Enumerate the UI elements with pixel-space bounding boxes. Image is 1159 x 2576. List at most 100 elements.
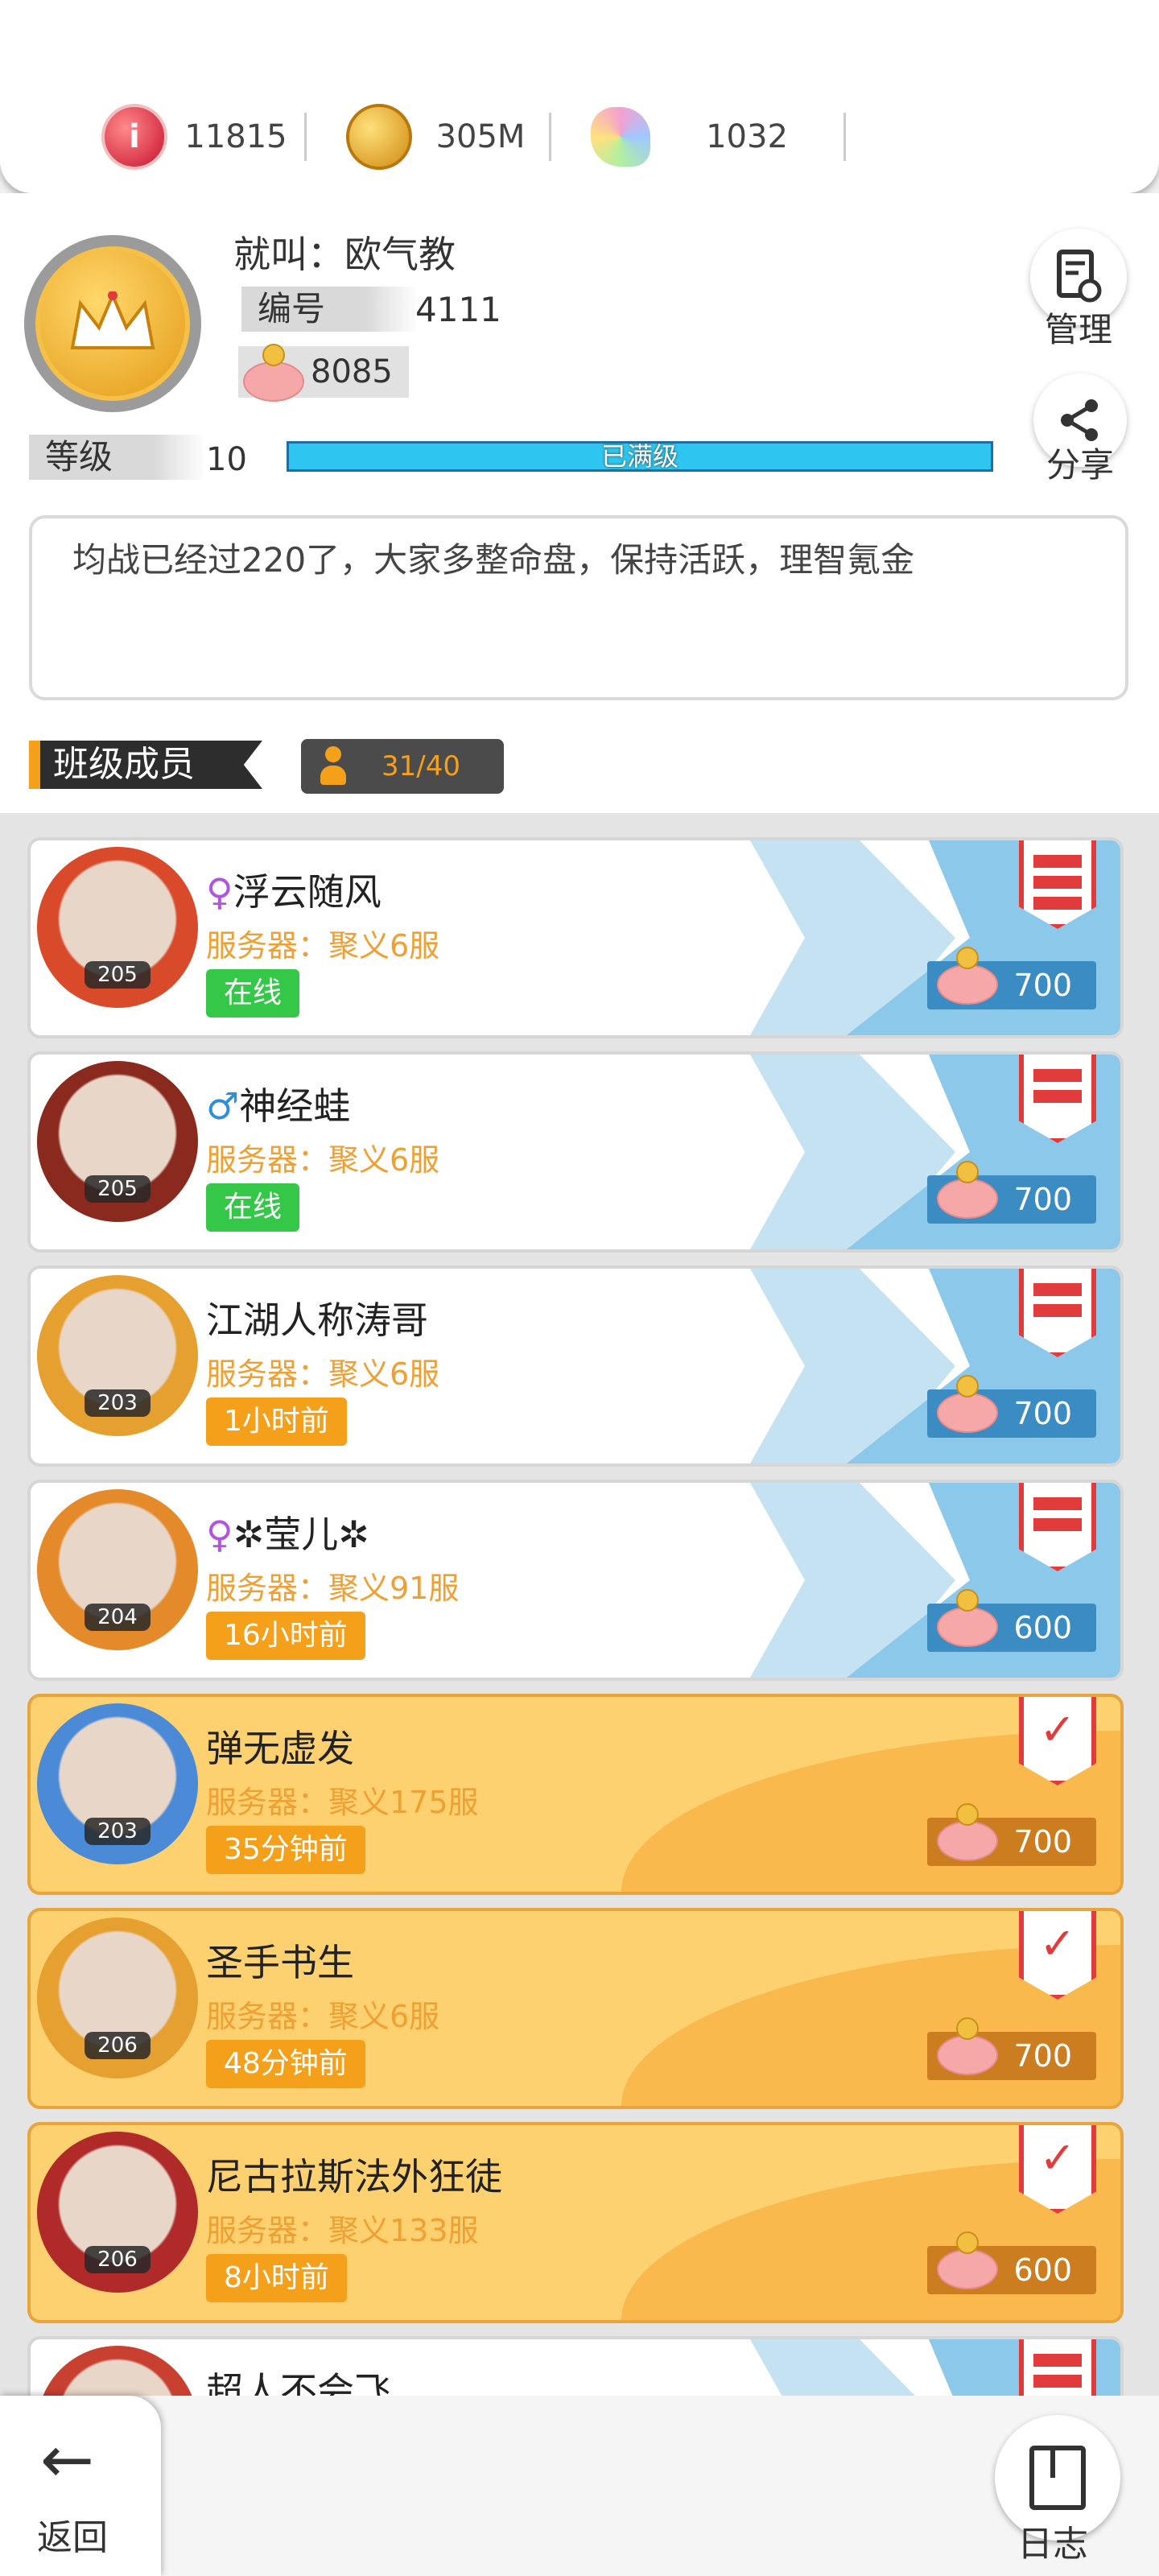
member-card[interactable]: 203 江湖人称涛哥 服务器：聚义6服 1小时前 700 [27, 1265, 1124, 1467]
member-level: 204 [85, 1604, 151, 1631]
resource-item[interactable]: i 11815 [101, 104, 307, 170]
member-avatar[interactable]: 203 [37, 1275, 198, 1436]
level-bar-text: 已满级 [600, 441, 678, 472]
member-status: 在线 [206, 1183, 300, 1232]
member-card[interactable]: 205 ♀浮云随风 服务器：聚义6服 在线 700 [27, 837, 1124, 1038]
manage-label[interactable]: 管理 [1022, 303, 1135, 352]
member-card[interactable]: 205 ♂神经蛙 服务器：聚义6服 在线 700 [27, 1051, 1124, 1253]
member-name: ♀浮云随风 [206, 863, 382, 916]
check-mark-icon: ✓ [1039, 1704, 1076, 1755]
back-arrow-icon: ← [40, 2422, 95, 2497]
back-label: 返回 [37, 2517, 108, 2558]
member-server: 服务器：聚义6服 [206, 1142, 440, 1178]
member-status: 16小时前 [206, 1612, 365, 1660]
class-emblem [24, 235, 201, 412]
member-level: 205 [85, 961, 151, 989]
id-value: 4111 [415, 290, 501, 329]
member-level: 206 [85, 2032, 151, 2059]
level-label: 等级 [29, 435, 206, 480]
member-level: 205 [85, 1175, 151, 1203]
member-card[interactable]: 206 圣手书生 服务器：聚义6服 48分钟前 ✓ 700 [27, 1908, 1124, 2109]
share-label[interactable]: 分享 [1024, 438, 1136, 487]
member-name: ♂神经蛙 [206, 1077, 350, 1130]
level-progress-bar: 已满级 [287, 441, 993, 472]
piggy-bank-icon [932, 1375, 1000, 1433]
check-mark-icon: ✓ [1039, 1918, 1076, 1969]
gold-coin-icon [346, 104, 412, 170]
member-avatar[interactable]: 205 [37, 1061, 198, 1222]
member-status: 8小时前 [206, 2254, 347, 2302]
member-server: 服务器：聚义6服 [206, 928, 440, 964]
member-avatar[interactable]: 203 [37, 1703, 198, 1864]
badge-stripe [1033, 1497, 1082, 1510]
member-avatar[interactable]: 206 [37, 2132, 198, 2293]
member-name-text: 神经蛙 [239, 1084, 351, 1128]
share-icon [1061, 399, 1098, 441]
divider [843, 113, 846, 161]
divider [549, 113, 551, 161]
member-name-text: 圣手书生 [206, 1941, 354, 1984]
resource-value: 11815 [184, 118, 287, 155]
badge-stripe [1033, 855, 1082, 868]
divider [304, 113, 307, 161]
red-gem-icon: i [101, 104, 167, 170]
male-icon: ♂ [206, 1084, 240, 1128]
badge-stripe [1033, 876, 1082, 889]
member-name-text: ✲莹儿✲ [233, 1513, 369, 1556]
badge-stripe [1033, 1283, 1082, 1296]
piggy-bank-icon [932, 1161, 1000, 1219]
funds-value: 8085 [311, 353, 393, 390]
badge-stripe [1033, 1069, 1082, 1082]
member-card[interactable]: 204 ♀✲莹儿✲ 服务器：聚义91服 16小时前 600 [27, 1480, 1124, 1681]
member-card[interactable]: 203 弹无虚发 服务器：聚义175服 35分钟前 ✓ 700 [27, 1694, 1124, 1895]
member-name: 江湖人称涛哥 [206, 1291, 428, 1344]
badge-stripe [1033, 1304, 1082, 1317]
piggy-bank-icon [238, 344, 306, 402]
crown-icon [35, 246, 190, 401]
female-icon: ♀ [206, 1513, 233, 1556]
member-avatar[interactable]: 206 [37, 1918, 198, 2079]
piggy-bank-icon [932, 947, 1000, 1005]
bottom-bar [0, 2396, 1159, 2576]
piggy-bank-icon [932, 1803, 1000, 1861]
member-name-text: 弹无虚发 [206, 1727, 354, 1770]
check-mark-icon: ✓ [1039, 2132, 1076, 2183]
member-level: 203 [85, 1818, 151, 1845]
badge-stripe [1033, 2375, 1082, 2388]
badge-stripe [1033, 2354, 1082, 2367]
resource-item[interactable]: 1032 [591, 105, 846, 169]
member-status: 在线 [206, 969, 300, 1018]
member-name: ♀✲莹儿✲ [206, 1505, 369, 1558]
badge-stripe [1033, 1518, 1082, 1531]
resource-item[interactable]: 305M [346, 104, 551, 170]
member-server: 服务器：聚义133服 [206, 2213, 479, 2248]
member-level: 206 [85, 2246, 151, 2273]
piggy-bank-icon [932, 2231, 1000, 2289]
member-count-badge: 31/40 [301, 739, 504, 794]
member-server: 服务器：聚义175服 [206, 1785, 479, 1820]
log-label[interactable]: 日志 [1017, 2515, 1088, 2566]
piggy-bank-icon [932, 2017, 1000, 2075]
member-avatar[interactable]: 204 [37, 1489, 198, 1650]
female-icon: ♀ [206, 870, 233, 914]
book-icon [1029, 2446, 1086, 2510]
resource-bar: i 11815 305M 1032 [0, 0, 1159, 193]
member-name: 圣手书生 [206, 1934, 354, 1987]
class-notice: 均战已经过220了，大家多整命盘，保持活跃，理智氪金 [29, 515, 1128, 700]
member-name-text: 尼古拉斯法外狂徒 [206, 2155, 502, 2198]
member-count: 31/40 [382, 750, 460, 782]
back-button[interactable]: ← 返回 [0, 2396, 161, 2576]
rainbow-crystal-icon [591, 107, 650, 167]
member-name-text: 江湖人称涛哥 [206, 1298, 428, 1342]
member-avatar[interactable]: 205 [37, 847, 198, 1008]
member-status: 48分钟前 [206, 2040, 365, 2088]
member-card[interactable]: 206 尼古拉斯法外狂徒 服务器：聚义133服 8小时前 ✓ 600 [27, 2122, 1124, 2323]
piggy-bank-icon [932, 1589, 1000, 1647]
members-section-title: 班级成员 [29, 741, 262, 789]
member-name-text: 浮云随风 [233, 870, 382, 914]
member-server: 服务器：聚义91服 [206, 1571, 460, 1606]
member-name: 弹无虚发 [206, 1719, 354, 1773]
person-icon [317, 746, 349, 786]
member-status: 35分钟前 [206, 1826, 365, 1874]
member-server: 服务器：聚义6服 [206, 1356, 440, 1392]
